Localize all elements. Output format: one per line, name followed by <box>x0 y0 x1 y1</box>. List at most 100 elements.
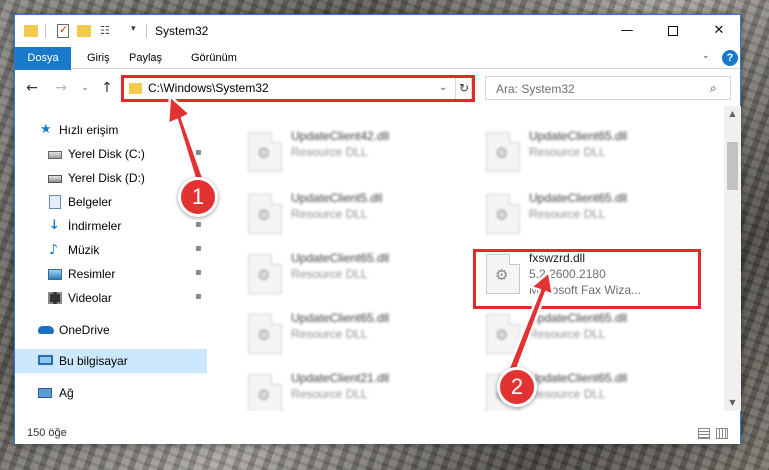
step-badge-1: 1 <box>178 177 218 217</box>
list-item[interactable]: ⚙ UpdateClient65.dll Resource DLL <box>235 246 465 298</box>
address-highlight-box <box>121 75 475 102</box>
gear-icon: ⚙ <box>495 144 509 162</box>
file-description: Resource DLL <box>291 387 368 401</box>
download-icon: ↓ <box>49 218 60 233</box>
navigation-bar: ← → ⌄ ↑ C:\Windows\System32 ⌄ ↻ Ara: Sys… <box>15 70 740 106</box>
maximize-button[interactable] <box>650 15 696 46</box>
file-list: ⚙ UpdateClient42.dll Resource DLL ⚙ Upda… <box>221 106 724 411</box>
status-bar: 150 öğe <box>15 423 740 444</box>
file-name: UpdateClient65.dll <box>291 251 390 265</box>
search-icon[interactable]: ⌕ <box>710 81 717 96</box>
large-icons-view-icon[interactable] <box>716 428 728 439</box>
tab-home[interactable]: Giriş <box>77 47 120 69</box>
list-item[interactable]: ⚙ UpdateClient65.dll Resource DLL <box>473 306 703 358</box>
gear-icon: ⚙ <box>257 206 271 224</box>
search-input[interactable]: Ara: System32 ⌕ <box>485 76 731 100</box>
vertical-scrollbar[interactable]: ▲ ▼ <box>724 106 741 411</box>
sidebar-item-quick-access[interactable]: ★ Hızlı erişim <box>15 118 207 142</box>
sidebar-item-local-disk-c[interactable]: Yerel Disk (C:) ▪ <box>15 142 207 166</box>
sidebar-item-label: Resimler <box>68 267 116 281</box>
pin-icon: ▪ <box>195 219 202 230</box>
sidebar-item-label: Belgeler <box>68 195 113 209</box>
dll-file-icon: ⚙ <box>248 194 282 234</box>
forward-button[interactable]: → <box>52 79 70 97</box>
tab-share[interactable]: Paylaş <box>119 47 172 69</box>
window-title: System32 <box>155 24 209 38</box>
dll-file-icon: ⚙ <box>486 132 520 172</box>
music-icon: ♪ <box>49 242 58 258</box>
gear-icon: ⚙ <box>495 206 509 224</box>
file-name: UpdateClient21.dll <box>291 371 390 385</box>
gear-icon: ⚙ <box>257 266 271 284</box>
tab-view[interactable]: Görünüm <box>181 47 247 69</box>
dll-file-icon: ⚙ <box>486 314 520 354</box>
new-folder-icon[interactable] <box>77 25 91 37</box>
dll-file-icon: ⚙ <box>248 374 282 411</box>
sidebar-item-label: Müzik <box>68 243 100 257</box>
list-item[interactable]: ⚙ UpdateClient65.dll Resource DLL <box>473 186 703 238</box>
file-name: UpdateClient5.dll <box>291 191 383 205</box>
gear-icon: ⚙ <box>257 326 271 344</box>
back-button[interactable]: ← <box>23 79 41 97</box>
sidebar-item-downloads[interactable]: ↓ İndirmeler ▪ <box>15 214 207 238</box>
properties-icon[interactable] <box>57 23 69 38</box>
sidebar-item-network[interactable]: Ağ <box>15 381 207 405</box>
file-description: Resource DLL <box>529 145 606 159</box>
list-item[interactable]: ⚙ UpdateClient21.dll Resource DLL <box>235 366 465 411</box>
help-icon[interactable]: ? <box>722 50 738 66</box>
scroll-down-icon[interactable]: ▼ <box>724 395 741 411</box>
file-name: UpdateClient65.dll <box>529 311 628 325</box>
sidebar-item-this-pc[interactable]: Bu bilgisayar <box>15 349 207 373</box>
expand-ribbon-icon[interactable]: ⌄ <box>702 51 710 61</box>
search-placeholder: Ara: System32 <box>496 82 575 96</box>
recent-locations-button[interactable]: ⌄ <box>76 79 94 97</box>
gear-icon: ⚙ <box>257 144 271 162</box>
sidebar-item-label: Hızlı erişim <box>59 123 119 137</box>
item-count: 150 öğe <box>27 427 67 439</box>
maximize-icon <box>668 25 678 36</box>
quick-access-dropdown[interactable]: ▾ <box>131 24 136 42</box>
star-icon: ★ <box>40 122 52 137</box>
customize-view-icon[interactable]: ☷ <box>100 24 114 38</box>
dll-file-icon: ⚙ <box>248 254 282 294</box>
pin-icon: ▪ <box>195 147 202 158</box>
sidebar-item-onedrive[interactable]: OneDrive <box>15 318 207 342</box>
file-explorer-window: ☷ ▾ System32 — ✕ Dosya Giriş Paylaş Görü… <box>14 14 741 444</box>
sidebar-item-music[interactable]: ♪ Müzik ▪ <box>15 238 207 262</box>
list-item[interactable]: ⚙ UpdateClient42.dll Resource DLL <box>235 124 465 176</box>
sidebar-item-label: Yerel Disk (C:) <box>68 147 145 161</box>
sidebar-item-local-disk-d[interactable]: Yerel Disk (D:) ▪ <box>15 166 207 190</box>
pin-icon: ▪ <box>195 267 202 278</box>
sidebar-item-videos[interactable]: Videolar ▪ <box>15 286 207 310</box>
dll-file-icon: ⚙ <box>248 132 282 172</box>
sidebar-item-label: Bu bilgisayar <box>59 354 128 368</box>
videos-icon <box>48 292 62 304</box>
file-description: Resource DLL <box>529 327 606 341</box>
sidebar-item-pictures[interactable]: Resimler ▪ <box>15 262 207 286</box>
list-item[interactable]: ⚙ UpdateClient65.dll Resource DLL <box>473 124 703 176</box>
file-description: Resource DLL <box>291 207 368 221</box>
minimize-button[interactable]: — <box>604 15 650 46</box>
sidebar-item-label: OneDrive <box>59 323 110 337</box>
separator <box>45 24 46 38</box>
network-icon <box>38 388 52 398</box>
up-button[interactable]: ↑ <box>98 79 116 97</box>
sidebar-item-label: İndirmeler <box>68 219 122 233</box>
file-highlight-box <box>473 249 701 309</box>
pin-icon: ▪ <box>195 291 202 302</box>
folder-icon <box>24 25 38 37</box>
details-view-icon[interactable] <box>698 428 710 439</box>
file-description: Resource DLL <box>529 207 606 221</box>
file-name: UpdateClient65.dll <box>291 311 390 325</box>
sidebar-item-label: Videolar <box>68 291 112 305</box>
documents-icon <box>49 195 61 209</box>
scroll-up-icon[interactable]: ▲ <box>724 106 741 122</box>
list-item[interactable]: ⚙ UpdateClient5.dll Resource DLL <box>235 186 465 238</box>
list-item[interactable]: ⚙ UpdateClient65.dll Resource DLL <box>235 306 465 358</box>
file-name: UpdateClient65.dll <box>529 191 628 205</box>
close-button[interactable]: ✕ <box>696 15 742 46</box>
cloud-icon <box>38 326 54 334</box>
scrollbar-thumb[interactable] <box>727 142 738 190</box>
drive-icon <box>48 151 62 159</box>
sidebar-item-label: Yerel Disk (D:) <box>68 171 145 185</box>
